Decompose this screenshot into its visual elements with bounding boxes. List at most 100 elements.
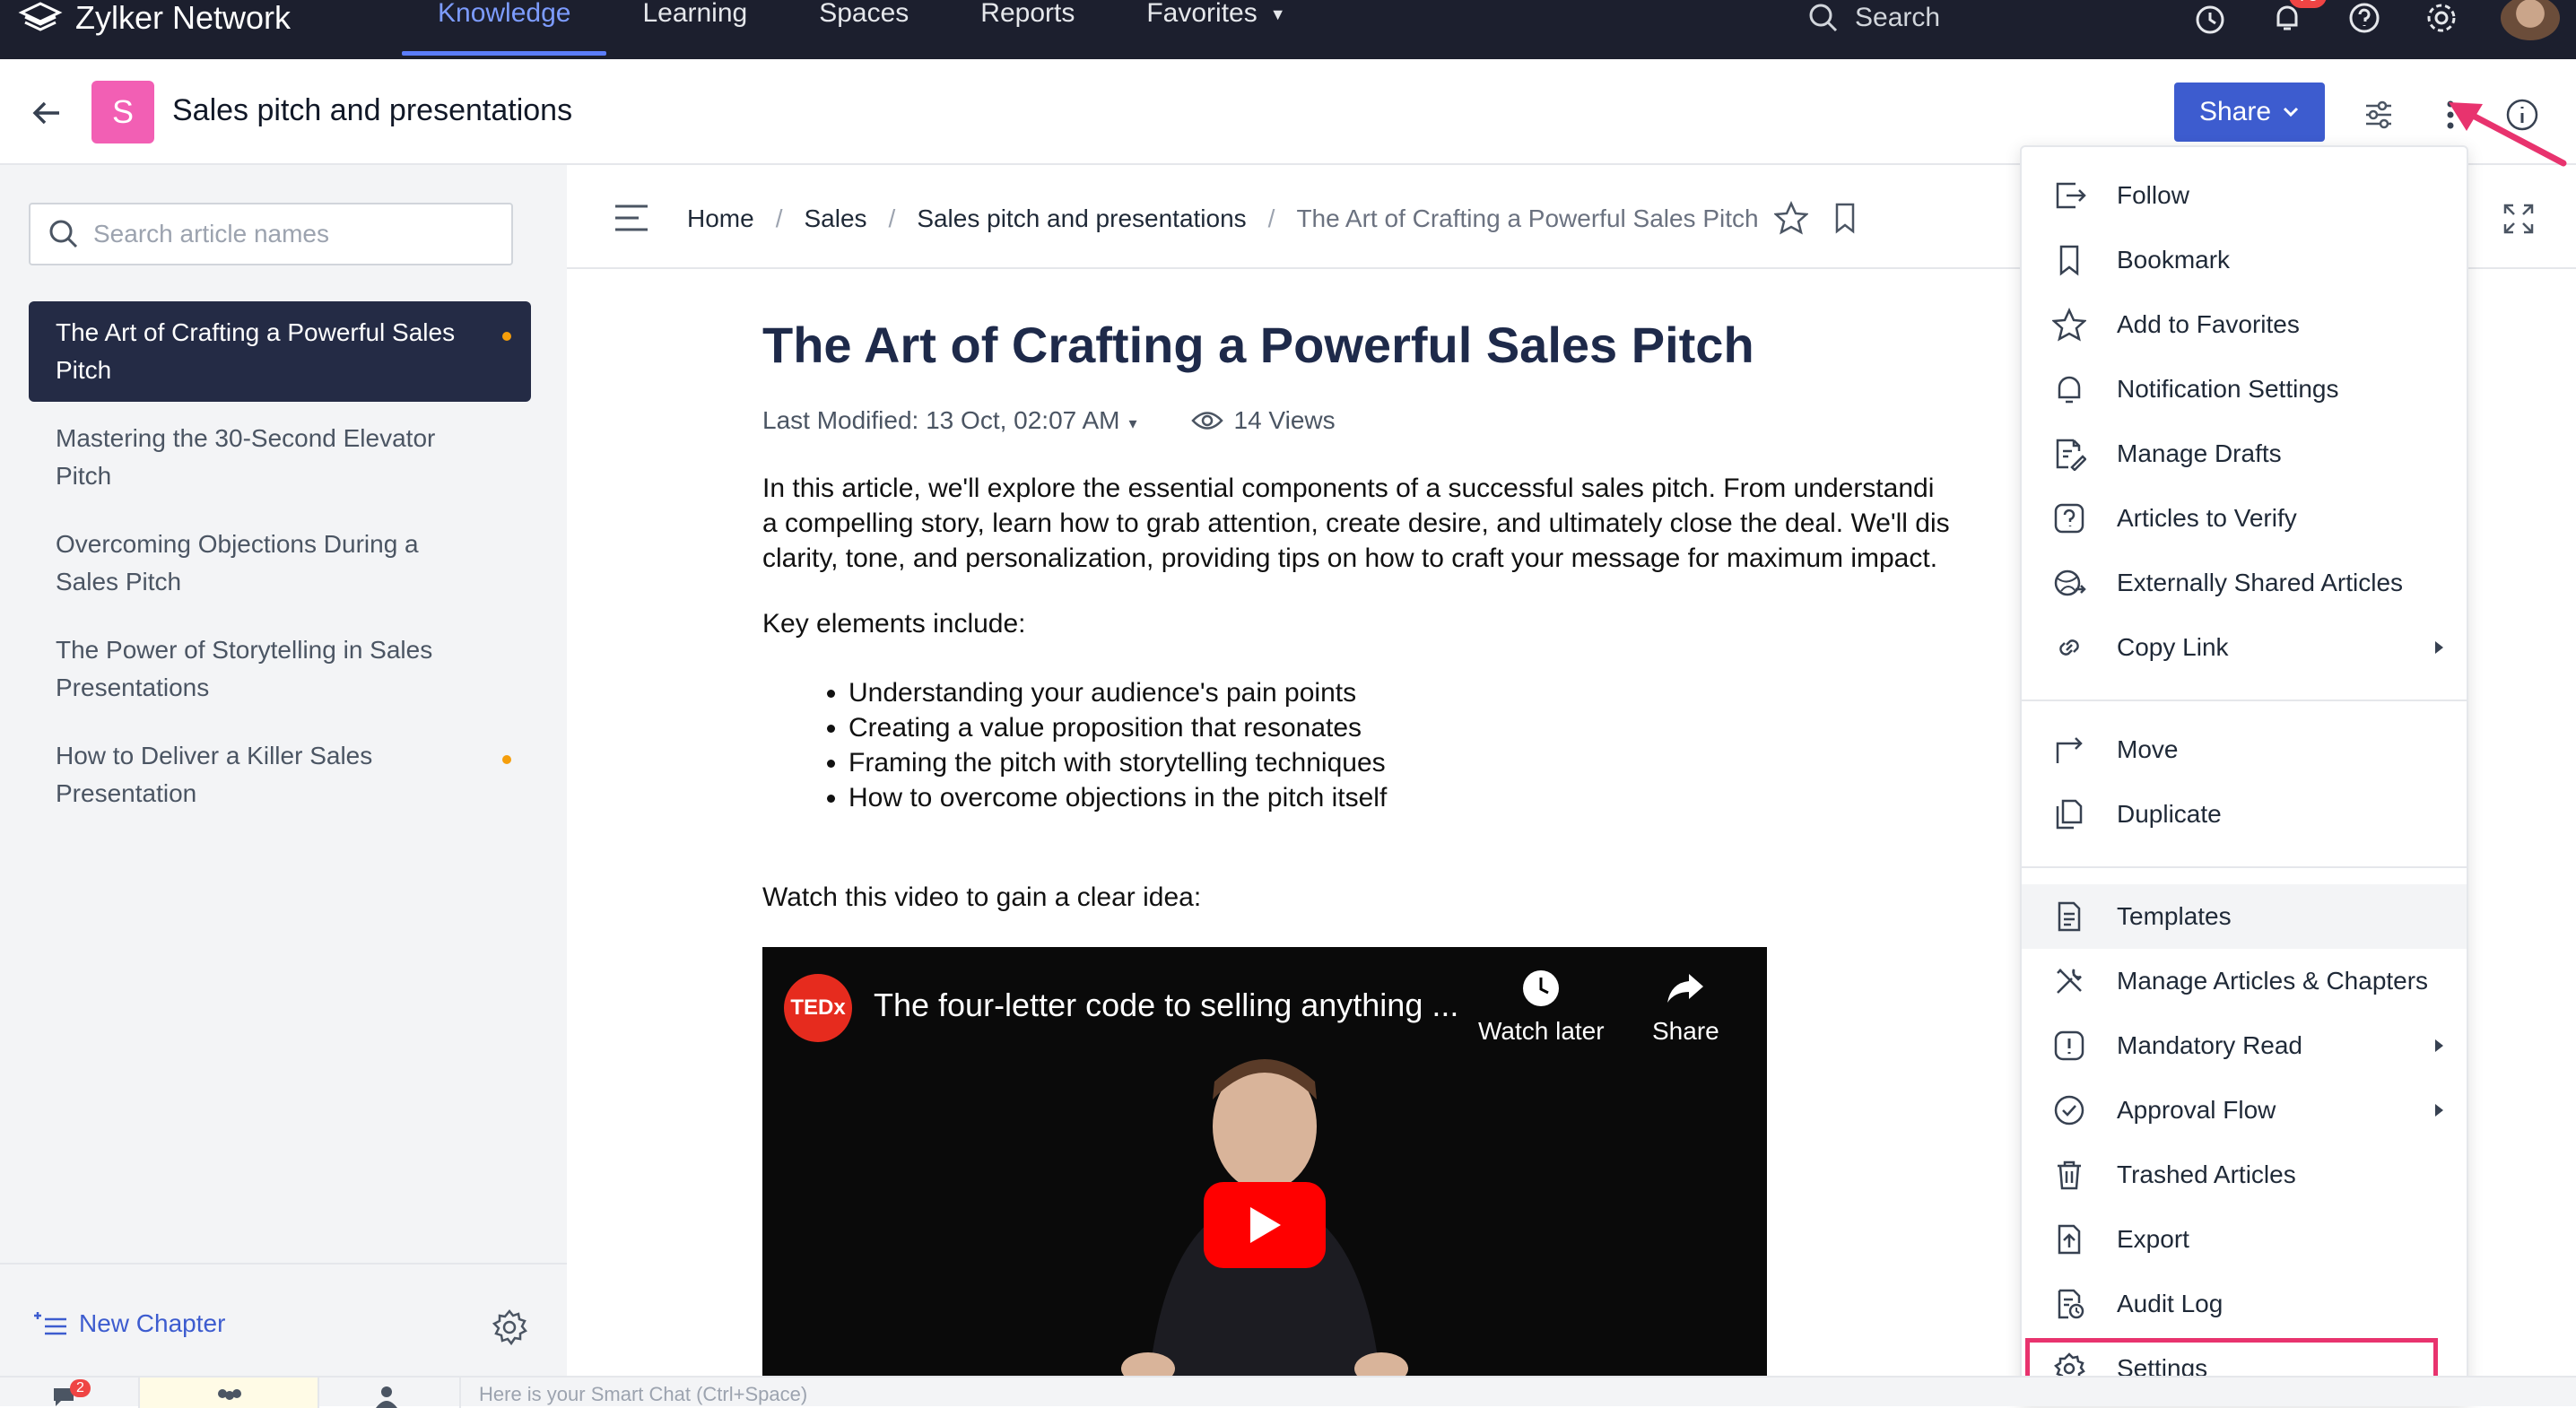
back-arrow-icon[interactable]: [29, 95, 65, 131]
article-title: The Art of Crafting a Powerful Sales Pit…: [762, 317, 1754, 373]
brand[interactable]: Zylker Network: [18, 0, 291, 36]
list-item[interactable]: The Art of Crafting a Powerful Sales Pit…: [29, 301, 531, 402]
global-search[interactable]: Search: [1808, 0, 1940, 36]
menu-item-copy-link[interactable]: Copy Link: [2022, 615, 2467, 680]
list-item: Understanding your audience's pain point…: [849, 675, 2018, 710]
chat-badge: 2: [70, 1379, 91, 1397]
list-item[interactable]: Mastering the 30-Second Elevator Pitch: [29, 407, 531, 508]
article-title: How to Deliver a Killer Sales Presentati…: [56, 742, 373, 807]
menu-item-add-to-favorites[interactable]: Add to Favorites: [2022, 292, 2467, 357]
star-icon[interactable]: [1774, 201, 1808, 235]
breadcrumb-space[interactable]: Sales pitch and presentations: [917, 204, 1246, 233]
list-item: How to overcome objections in the pitch …: [849, 780, 2018, 815]
watch-later-button[interactable]: Watch later: [1478, 969, 1605, 1046]
menu-item-move[interactable]: Move: [2022, 717, 2467, 782]
menu-item-manage-drafts[interactable]: Manage Drafts: [2022, 422, 2467, 486]
share-button[interactable]: Share: [2174, 83, 2325, 142]
key-elements-label: Key elements include:: [762, 609, 1026, 639]
submenu-arrow-icon: [2435, 1039, 2443, 1052]
filter-sliders-icon[interactable]: [2361, 97, 2397, 133]
duplicate-icon: [2056, 799, 2083, 830]
article-actions: [1774, 201, 1862, 235]
more-options-menu: Follow Bookmark Add to Favorites Notific…: [2020, 145, 2468, 1406]
space-icon[interactable]: S: [91, 81, 154, 143]
chats-tab[interactable]: 2: [0, 1378, 140, 1408]
settings-gear-icon[interactable]: [2424, 0, 2459, 36]
menu-item-articles-to-verify[interactable]: Articles to Verify: [2022, 486, 2467, 551]
menu-item-bookmark[interactable]: Bookmark: [2022, 228, 2467, 292]
top-bar: Zylker Network Knowledge Learning Spaces…: [0, 0, 2576, 59]
menu-item-follow[interactable]: Follow: [2022, 163, 2467, 228]
menu-item-externally-shared-articles[interactable]: Externally Shared Articles: [2022, 551, 2467, 615]
new-chapter-button[interactable]: New Chapter: [32, 1309, 225, 1338]
tab-learning[interactable]: Learning: [606, 0, 783, 57]
tab-spaces[interactable]: Spaces: [783, 0, 944, 57]
intro-line: In this article, we'll explore the essen…: [762, 474, 1935, 503]
video-title[interactable]: The four-letter code to selling anything…: [874, 986, 1458, 1024]
sidebar: The Art of Crafting a Powerful Sales Pit…: [0, 165, 567, 1376]
menu-item-label: Follow: [2117, 181, 2189, 209]
list-item: Creating a value proposition that resona…: [849, 710, 2018, 745]
menu-item-export[interactable]: Export: [2022, 1207, 2467, 1272]
unread-dot: [502, 755, 511, 764]
menu-item-label: Approval Flow: [2117, 1096, 2276, 1124]
article-title: The Power of Storytelling in Sales Prese…: [56, 636, 433, 701]
tab-favorites[interactable]: Favorites ▼: [1110, 0, 1321, 57]
brand-name: Zylker Network: [75, 0, 292, 36]
list-item[interactable]: Overcoming Objections During a Sales Pit…: [29, 513, 531, 613]
menu-item-duplicate[interactable]: Duplicate: [2022, 782, 2467, 847]
play-button[interactable]: [1204, 1182, 1326, 1268]
tools-icon: [2057, 969, 2082, 994]
tab-label: Reports: [980, 0, 1075, 28]
smart-chat-input[interactable]: Here is your Smart Chat (Ctrl+Space): [479, 1383, 807, 1406]
fullscreen-icon[interactable]: [2502, 203, 2535, 235]
menu-item-label: Manage Articles & Chapters: [2117, 967, 2429, 995]
list-item[interactable]: The Power of Storytelling in Sales Prese…: [29, 619, 531, 719]
last-modified[interactable]: Last Modified: 13 Oct, 02:07 AM ▾: [762, 406, 1137, 435]
logo-icon: [18, 2, 63, 31]
bottom-bar: 2 Here is your Smart Chat (Ctrl+Space): [0, 1376, 2576, 1408]
video-player[interactable]: TEDx The four-letter code to selling any…: [762, 947, 1767, 1376]
trash-icon: [2058, 1160, 2081, 1190]
contacts-tab[interactable]: [319, 1378, 461, 1408]
star-icon: [2052, 308, 2086, 342]
menu-item-notification-settings[interactable]: Notification Settings: [2022, 357, 2467, 422]
avatar[interactable]: [2501, 0, 2560, 40]
timer-icon[interactable]: [2192, 0, 2228, 36]
chevron-down-icon: ▾: [1128, 414, 1137, 432]
intro-paragraph: In this article, we'll explore the essen…: [762, 471, 2018, 576]
clock-icon: [1523, 970, 1560, 1006]
menu-item-audit-log[interactable]: Audit Log: [2022, 1272, 2467, 1336]
search-icon: [49, 220, 78, 248]
breadcrumb-home[interactable]: Home: [687, 204, 754, 233]
tab-label: Learning: [642, 0, 748, 28]
menu-item-approval-flow[interactable]: Approval Flow: [2022, 1078, 2467, 1143]
tab-reports[interactable]: Reports: [944, 0, 1110, 57]
menu-item-label: Move: [2117, 735, 2179, 763]
list-item[interactable]: How to Deliver a Killer Sales Presentati…: [29, 725, 531, 825]
breadcrumb-sales[interactable]: Sales: [804, 204, 866, 233]
help-icon[interactable]: [2346, 0, 2382, 36]
channels-tab[interactable]: [140, 1378, 319, 1408]
menu-item-manage-articles-chapters[interactable]: Manage Articles & Chapters: [2022, 949, 2467, 1013]
template-icon: [2058, 901, 2081, 932]
menu-item-templates[interactable]: Templates: [2022, 884, 2467, 949]
bell-icon: [2058, 376, 2081, 404]
menu-item-mandatory-read[interactable]: Mandatory Read: [2022, 1013, 2467, 1078]
follow-icon: [2056, 182, 2086, 209]
link-icon: [2059, 639, 2079, 656]
intro-line: clarity, tone, and personalization, prov…: [762, 543, 1938, 573]
video-share-button[interactable]: Share: [1652, 969, 1719, 1046]
article-search-input[interactable]: [93, 220, 488, 248]
menu-item-trashed-articles[interactable]: Trashed Articles: [2022, 1143, 2467, 1207]
gear-icon[interactable]: [490, 1308, 529, 1347]
menu-item-label: Export: [2117, 1225, 2189, 1253]
breadcrumb-separator: /: [888, 204, 896, 232]
audit-icon: [2058, 1289, 2084, 1319]
hamburger-icon[interactable]: [614, 203, 649, 233]
menu-item-label: Add to Favorites: [2117, 310, 2300, 338]
caret-down-icon: ▼: [1269, 5, 1286, 23]
tab-knowledge[interactable]: Knowledge: [402, 0, 607, 57]
notification-bell-icon[interactable]: 73: [2269, 0, 2328, 36]
bookmark-icon[interactable]: [1828, 201, 1862, 235]
